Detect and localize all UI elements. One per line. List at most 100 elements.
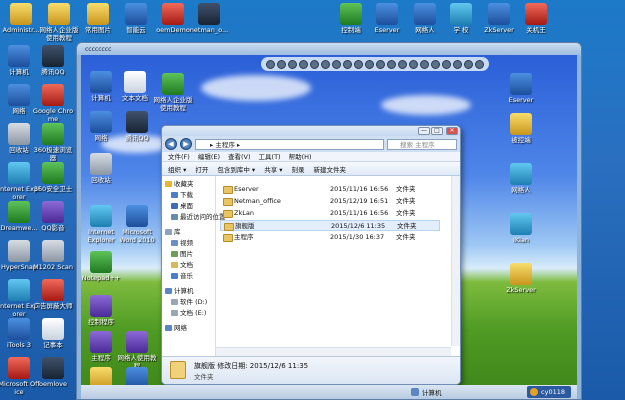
desktop-icon-security-360[interactable]: 360安全卫士 <box>32 162 74 194</box>
toolbar-button-icon[interactable] <box>266 59 275 69</box>
menu-item[interactable]: 帮助(H) <box>289 152 312 161</box>
desktop-icon-zkserver[interactable]: ZkServer <box>501 263 541 295</box>
file-row[interactable]: Eserver 2015/11/16 16:56 文件夹 <box>220 184 440 195</box>
nav-item[interactable]: 软件 (D:) <box>162 297 215 308</box>
remote-screen[interactable]: 计算机 文本文档 网络人企业版使用教程 网络 腾讯QQ 回收站 Internet Explo… <box>81 55 577 399</box>
nav-item[interactable]: 音乐 <box>162 271 215 282</box>
menu-item[interactable]: 编辑(E) <box>198 152 220 161</box>
file-row[interactable]: Netman_office 2015/12/19 16:51 文件夹 <box>220 196 440 207</box>
desktop-icon-document-folder[interactable]: 网络人企业版使用教程 <box>38 3 80 42</box>
desktop-icon-scanner[interactable]: M1202 Scan <box>32 240 74 272</box>
desktop-icon-word[interactable]: Microsoft Word 2010 <box>117 205 157 244</box>
horizontal-scrollbar[interactable] <box>216 347 451 356</box>
desktop-icon-network-person[interactable]: 网络人 <box>501 163 541 195</box>
explorer-caption[interactable]: — □ ✕ <box>162 126 460 136</box>
taskbar-item-computer[interactable]: 计算机 <box>411 387 442 397</box>
desktop-icon-control-program[interactable]: 控制程序 <box>81 295 121 327</box>
toolbar-button-icon[interactable] <box>387 59 396 69</box>
desktop-icon-oemlove[interactable]: oemlove <box>32 357 74 389</box>
nav-item[interactable]: 收藏夹 <box>162 179 215 190</box>
back-arrow-icon[interactable]: ◀ <box>165 138 177 150</box>
explorer-window[interactable]: — □ ✕ ◀ ▶ ▸ 主程序 ▸ 搜索 主程序 文件(F) 编辑(E) 查看(V)… <box>161 125 461 385</box>
remote-control-toolbar[interactable] <box>261 57 489 71</box>
close-button[interactable]: ✕ <box>446 127 458 135</box>
toolbar-button-icon[interactable] <box>310 59 319 69</box>
toolbar-button-icon[interactable] <box>354 59 363 69</box>
toolbar-button-icon[interactable] <box>332 59 341 69</box>
command-button[interactable]: 刻录 <box>292 164 305 174</box>
desktop-icon-controlled-end[interactable]: 被控端 <box>501 113 541 145</box>
nav-item[interactable]: 桌面 <box>162 201 215 212</box>
menu-item[interactable]: 查看(V) <box>228 152 251 161</box>
nav-item[interactable]: 下载 <box>162 190 215 201</box>
desktop-icon-server[interactable]: Eserver <box>501 73 541 105</box>
nav-item[interactable]: 图片 <box>162 249 215 260</box>
toolbar-button-icon[interactable] <box>398 59 407 69</box>
toolbar-button-icon[interactable] <box>409 59 418 69</box>
desktop-icon-recycle-bin[interactable]: 回收站 <box>81 153 121 185</box>
nav-item[interactable]: 库 <box>162 227 215 238</box>
desktop-icon-network-tutorial[interactable]: 网络人企业版使用教程 <box>153 73 193 112</box>
desktop-icon-zkserver[interactable]: ZkServer <box>478 3 520 35</box>
toolbar-button-icon[interactable] <box>376 59 385 69</box>
desktop-icon-qq[interactable]: 腾讯QQ <box>32 45 74 77</box>
desktop-icon-network[interactable]: 网络 <box>81 111 121 143</box>
desktop-icon-qq[interactable]: 腾讯QQ <box>117 111 157 143</box>
desktop-icon-browser-360[interactable]: 360极速浏览器 <box>32 123 74 162</box>
toolbar-button-icon[interactable] <box>475 59 484 69</box>
desktop-icon-chrome[interactable]: Google Chrome <box>32 84 74 123</box>
nav-item[interactable]: 最近访问的位置 <box>162 212 226 223</box>
nav-item[interactable]: 文档 (E:) <box>162 308 215 319</box>
menu-item[interactable]: 工具(T) <box>259 152 281 161</box>
desktop-icon-shutdown-king[interactable]: 关机王 <box>515 3 557 35</box>
desktop-icon-netman-window[interactable]: netman_o... <box>188 3 230 35</box>
forward-arrow-icon[interactable]: ▶ <box>180 138 192 150</box>
command-button[interactable]: 共享 ▾ <box>264 164 282 174</box>
navigation-pane[interactable]: 收藏夹 下载 桌面 最近访问的位置库视频 图片 文档 音乐计算机 软件 (D:) 文档 (E:)… <box>162 176 226 356</box>
desktop-icon-ie[interactable]: Internet Explorer <box>81 205 121 244</box>
toolbar-button-icon[interactable] <box>365 59 374 69</box>
toolbar-button-icon[interactable] <box>420 59 429 69</box>
nav-item[interactable]: 视频 <box>162 238 215 249</box>
nav-item[interactable]: 计算机 <box>162 286 215 297</box>
desktop-icon-notepad[interactable]: 记事本 <box>32 318 74 350</box>
command-button[interactable]: 组织 ▾ <box>168 164 186 174</box>
menu-item[interactable]: 文件(F) <box>168 152 190 161</box>
desktop-icon-notepadpp[interactable]: Notepad++ <box>81 251 121 283</box>
remote-desktop-window[interactable]: cccccccc 计算机 文本文档 网络人企业版使用教程 网络 腾讯QQ 回收站… <box>76 42 582 400</box>
toolbar-button-icon[interactable] <box>464 59 473 69</box>
vertical-scrollbar[interactable] <box>451 176 460 346</box>
search-input[interactable]: 搜索 主程序 <box>387 138 457 150</box>
toolbar-button-icon[interactable] <box>343 59 352 69</box>
desktop-icon-server[interactable]: Eserver <box>366 3 408 35</box>
desktop-icon-adblock[interactable]: 广告屏蔽大师 <box>32 279 74 311</box>
command-button[interactable]: 包含到库中 ▾ <box>217 164 255 174</box>
toolbar-button-icon[interactable] <box>277 59 286 69</box>
file-row[interactable]: ZkLan 2015/11/16 16:56 文件夹 <box>220 208 440 219</box>
file-row[interactable]: 主程序 2015/1/30 16:37 文件夹 <box>220 232 440 243</box>
address-input[interactable]: ▸ 主程序 ▸ <box>195 138 384 150</box>
desktop-icon-school[interactable]: 学 校 <box>440 3 482 35</box>
desktop-icon-user-folder[interactable]: Administr... <box>0 3 42 35</box>
nav-item[interactable]: 网络 <box>162 323 215 334</box>
desktop-icon-iklan[interactable]: IKlan <box>501 213 541 245</box>
file-row[interactable]: 旗舰版 2015/12/6 11:35 文件夹 <box>220 220 440 231</box>
command-button[interactable]: 打开 <box>195 164 208 174</box>
desktop-icon-main-program[interactable]: 主程序 <box>81 331 121 363</box>
nav-item[interactable]: 文档 <box>162 260 215 271</box>
desktop-icon-image-folder[interactable]: 常用图片 <box>77 3 119 35</box>
desktop-icon-text-document[interactable]: 文本文档 <box>115 71 155 103</box>
toolbar-button-icon[interactable] <box>321 59 330 69</box>
desktop-icon-cloud-app[interactable]: 智能云 <box>115 3 157 35</box>
command-button[interactable]: 新建文件夹 <box>314 164 347 174</box>
toolbar-button-icon[interactable] <box>431 59 440 69</box>
minimize-button[interactable]: — <box>418 127 430 135</box>
maximize-button[interactable]: □ <box>431 127 443 135</box>
desktop-icon-qq-player[interactable]: QQ影音 <box>32 201 74 233</box>
remote-titlebar[interactable]: cccccccc <box>77 43 581 55</box>
toolbar-button-icon[interactable] <box>299 59 308 69</box>
toolbar-button-icon[interactable] <box>442 59 451 69</box>
toolbar-button-icon[interactable] <box>453 59 462 69</box>
desktop-icon-tutorial-books[interactable]: 网络人使用教程 <box>117 331 157 370</box>
remote-user-badge[interactable]: cy0118 <box>527 386 571 398</box>
